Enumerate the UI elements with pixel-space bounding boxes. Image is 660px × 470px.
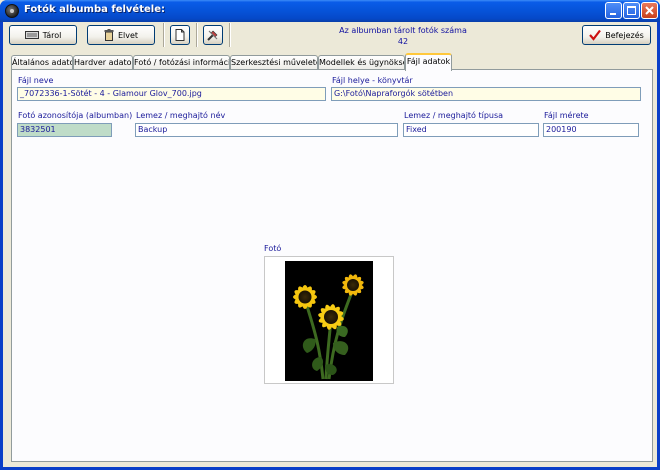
save-button[interactable]: Tárol [9,25,77,45]
photo-id-label: Fotó azonosítója (albumban) [18,111,133,120]
file-size-field[interactable]: 200190 [543,123,639,137]
toolbar: Tárol Elvet Az albumban tárolt fotók szá… [3,22,657,48]
close-icon [645,6,654,15]
tools-icon [207,30,218,41]
save-label: Tárol [42,30,62,40]
discard-button[interactable]: Elvet [87,25,155,45]
tab-file-data[interactable]: Fájl adatok [405,53,452,71]
minimize-button[interactable] [605,2,622,19]
photo-count-label: Az albumban tárolt fotók száma [339,26,467,35]
file-path-label: Fájl helye - könyvtár [332,76,413,85]
checkmark-icon [589,29,602,41]
sunflower-image [293,274,364,380]
photo-id-field[interactable]: 3832501 [17,123,112,137]
maximize-icon [627,6,636,15]
file-data-panel: Fájl neve _7072336-1-Sötét - 4 - Glamour… [11,69,653,462]
toolbar-separator [229,23,231,47]
keyboard-icon [24,31,39,39]
volume-type-field[interactable]: Fixed [403,123,539,137]
photo-preview[interactable] [285,261,373,381]
volume-name-label: Lemez / meghajtó név [136,111,226,120]
discard-label: Elvet [117,30,139,40]
close-button[interactable] [641,2,658,19]
window-title: Fotók albumba felvétele: [24,4,165,15]
file-name-label: Fájl neve [18,76,54,85]
minimize-icon [610,13,616,15]
new-document-icon [175,29,185,41]
toolbar-separator [163,23,165,47]
photo-frame [264,256,394,384]
file-name-field[interactable]: _7072336-1-Sötét - 4 - Glamour Glov_700.… [17,87,326,101]
finish-label: Befejezés [605,30,644,40]
new-button[interactable] [170,25,190,45]
title-bar[interactable]: Fotók albumba felvétele: [0,0,660,22]
app-window: Fotók albumba felvétele: Tárol Elvet Az … [0,0,660,470]
photo-count-value: 42 [397,37,409,46]
tools-button[interactable] [203,25,223,45]
finish-button[interactable]: Befejezés [582,25,651,45]
tab-photo-info[interactable]: Fotó / fotózási információk [133,55,230,70]
tab-general[interactable]: Általános adatok [11,55,73,70]
tab-hardware[interactable]: Hardver adatok [73,55,133,70]
trash-icon [104,29,114,41]
maximize-button[interactable] [623,2,640,19]
file-path-field[interactable]: G:\Fotó\Napraforgók sötétben [331,87,641,101]
tab-editing[interactable]: Szerkesztési műveletek [230,55,318,70]
file-size-label: Fájl mérete [544,111,589,120]
photo-label: Fotó [264,244,282,253]
volume-name-field[interactable]: Backup [135,123,398,137]
tab-models[interactable]: Modellek és ügynökség [318,55,405,70]
toolbar-separator [196,23,198,47]
volume-type-label: Lemez / meghajtó típusa [404,111,504,120]
client-area: Tárol Elvet Az albumban tárolt fotók szá… [3,22,657,467]
app-icon[interactable] [5,4,19,18]
